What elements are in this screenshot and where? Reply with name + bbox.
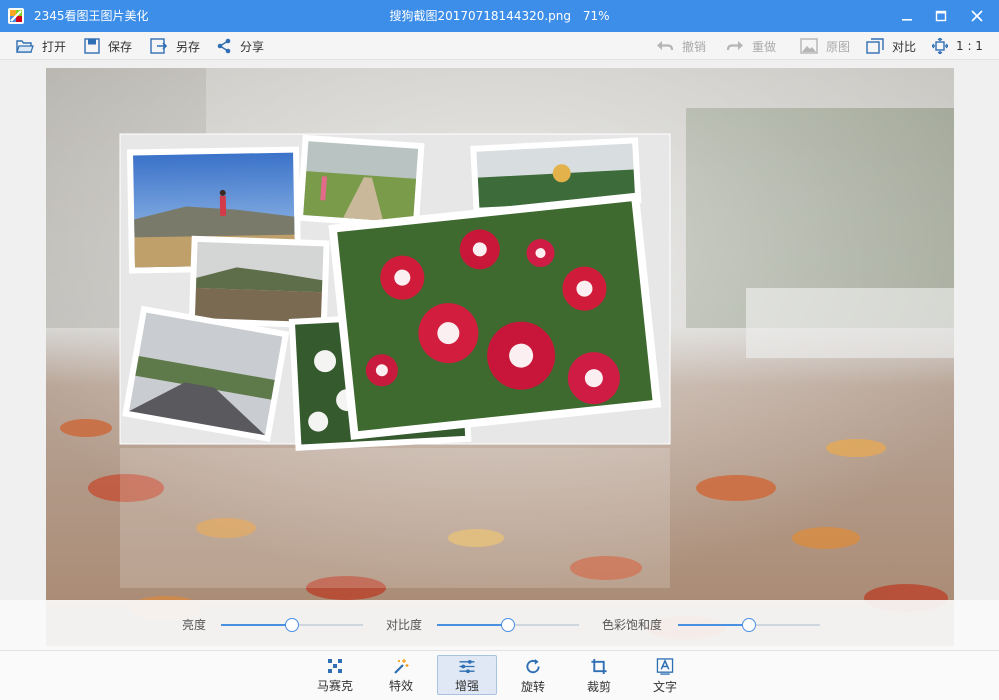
brightness-label: 亮度 xyxy=(182,618,207,632)
bottom-toolbar: 马赛克 特效 增强 旋转 裁剪 文字 xyxy=(0,650,999,700)
compare-label: 对比 xyxy=(892,39,917,54)
file-name: 搜狗截图20170718144320.png xyxy=(389,9,572,23)
file-title: 搜狗截图20170718144320.png 71% xyxy=(0,8,999,24)
save-label: 保存 xyxy=(108,39,133,54)
close-button[interactable] xyxy=(959,0,995,32)
saturation-slider-thumb[interactable] xyxy=(742,618,756,632)
contrast-slider-thumb[interactable] xyxy=(501,618,515,632)
brightness-slider-thumb[interactable] xyxy=(285,618,299,632)
contrast-label: 对比度 xyxy=(386,618,423,632)
save-as-label: 另存 xyxy=(176,39,201,54)
crop-icon xyxy=(591,658,607,675)
tool-mosaic-label: 马赛克 xyxy=(316,679,353,693)
ratio-label: 1 : 1 xyxy=(956,39,983,53)
tool-effects[interactable]: 特效 xyxy=(371,655,431,695)
folder-open-icon xyxy=(16,40,34,53)
tool-crop-label: 裁剪 xyxy=(586,680,611,694)
undo-icon xyxy=(657,41,674,51)
rotate-icon xyxy=(526,658,540,674)
saturation-slider-fill xyxy=(678,624,749,626)
compare-button[interactable]: 对比 xyxy=(866,36,916,56)
image-canvas xyxy=(0,60,999,650)
redo-icon xyxy=(726,41,743,51)
tool-crop[interactable]: 裁剪 xyxy=(569,655,629,695)
original-label: 原图 xyxy=(826,39,851,54)
save-button[interactable]: 保存 xyxy=(84,36,132,56)
contrast-slider[interactable] xyxy=(437,618,579,632)
maximize-icon xyxy=(935,10,947,22)
tool-rotate[interactable]: 旋转 xyxy=(503,655,563,695)
tool-text[interactable]: 文字 xyxy=(635,655,695,695)
save-as-icon xyxy=(150,38,168,54)
save-as-button[interactable]: 另存 xyxy=(150,36,200,56)
brightness-slider[interactable] xyxy=(221,618,363,632)
redo-label: 重做 xyxy=(752,39,777,54)
share-label: 分享 xyxy=(240,39,265,54)
magic-wand-icon xyxy=(394,659,409,674)
share-button[interactable]: 分享 xyxy=(216,36,264,56)
close-icon xyxy=(971,10,983,22)
open-label: 打开 xyxy=(42,39,67,54)
photo-image xyxy=(46,68,954,646)
title-bar: 2345看图王图片美化 搜狗截图20170718144320.png 71% xyxy=(0,0,999,32)
tool-text-label: 文字 xyxy=(652,680,677,694)
tool-enhance[interactable]: 增强 xyxy=(437,655,497,695)
undo-button[interactable]: 撤销 xyxy=(656,36,706,56)
edited-photo[interactable] xyxy=(46,68,954,646)
tool-enhance-label: 增强 xyxy=(454,679,479,693)
redo-button[interactable]: 重做 xyxy=(726,36,776,56)
tool-mosaic[interactable]: 马赛克 xyxy=(305,655,365,695)
adjust-panel: 亮度 对比度 色彩饱和度 xyxy=(0,600,999,650)
minimize-icon xyxy=(902,19,912,21)
image-icon xyxy=(800,38,818,54)
zoom-level: 71% xyxy=(582,9,610,23)
original-button[interactable]: 原图 xyxy=(800,36,850,56)
minimize-button[interactable] xyxy=(889,0,925,32)
mosaic-icon xyxy=(328,659,342,673)
fit-size-icon xyxy=(932,38,948,54)
share-icon xyxy=(217,38,231,54)
maximize-button[interactable] xyxy=(923,0,959,32)
undo-label: 撤销 xyxy=(682,39,707,54)
saturation-label: 色彩饱和度 xyxy=(602,618,663,632)
compare-icon xyxy=(866,38,884,54)
save-icon xyxy=(84,38,100,54)
tool-rotate-label: 旋转 xyxy=(520,680,545,694)
text-icon xyxy=(656,658,674,675)
brightness-slider-fill xyxy=(221,624,292,626)
contrast-slider-fill xyxy=(437,624,508,626)
open-button[interactable]: 打开 xyxy=(16,36,66,56)
toolbar: 打开 保存 另存 分享 撤销 重做 原图 对比 1 : 1 xyxy=(0,32,999,60)
saturation-slider[interactable] xyxy=(678,618,820,632)
actual-size-button[interactable]: 1 : 1 xyxy=(932,36,983,56)
sliders-icon xyxy=(459,659,475,674)
tool-effects-label: 特效 xyxy=(388,679,413,693)
